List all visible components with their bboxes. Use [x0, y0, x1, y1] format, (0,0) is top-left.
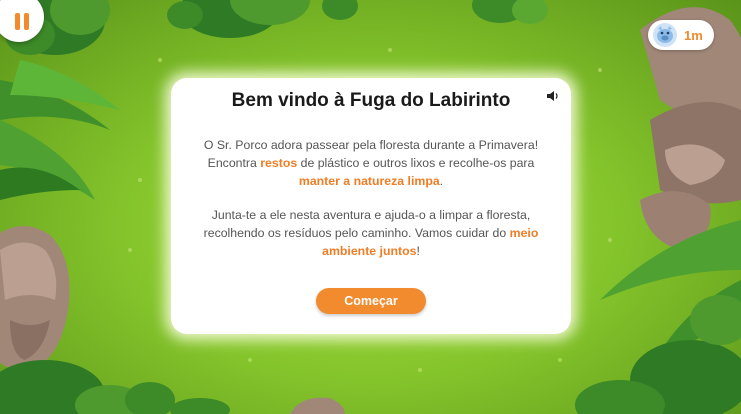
intro-paragraph: O Sr. Porco adora passear pela floresta …: [201, 136, 541, 190]
distance-badge: 1m: [648, 20, 714, 50]
palm-right: [575, 220, 741, 414]
pause-icon: [13, 12, 31, 30]
mission-text-2: !: [416, 244, 420, 258]
distance-value: 1m: [684, 27, 703, 43]
piggy-character-icon: [653, 23, 677, 47]
rock-left: [0, 226, 70, 371]
mission-text-1: Junta-te a ele nesta aventura e ajuda-o …: [203, 208, 531, 240]
start-button[interactable]: Começar: [316, 288, 426, 314]
speaker-icon[interactable]: [546, 89, 560, 103]
intro-highlight-1: restos: [260, 156, 298, 170]
bush-bottom-left: [0, 360, 175, 414]
game-scene: 1m Bem vindo à Fuga do Labirinto O Sr. P…: [0, 0, 741, 414]
dialog-title: Bem vindo à Fuga do Labirinto: [231, 90, 511, 111]
mission-paragraph: Junta-te a ele nesta aventura e ajuda-o …: [201, 206, 541, 260]
intro-text-2: de plástico e outros lixos e recolhe-os …: [297, 156, 535, 170]
welcome-dialog: Bem vindo à Fuga do Labirinto O Sr. Porc…: [171, 78, 571, 334]
bush-top-center: [167, 0, 358, 38]
intro-text-3: .: [439, 174, 444, 188]
palm-left: [0, 60, 120, 200]
bottom-center-decor: [170, 397, 345, 414]
bush-top-right: [472, 0, 548, 24]
intro-highlight-2: manter a natureza limpa: [298, 174, 440, 188]
